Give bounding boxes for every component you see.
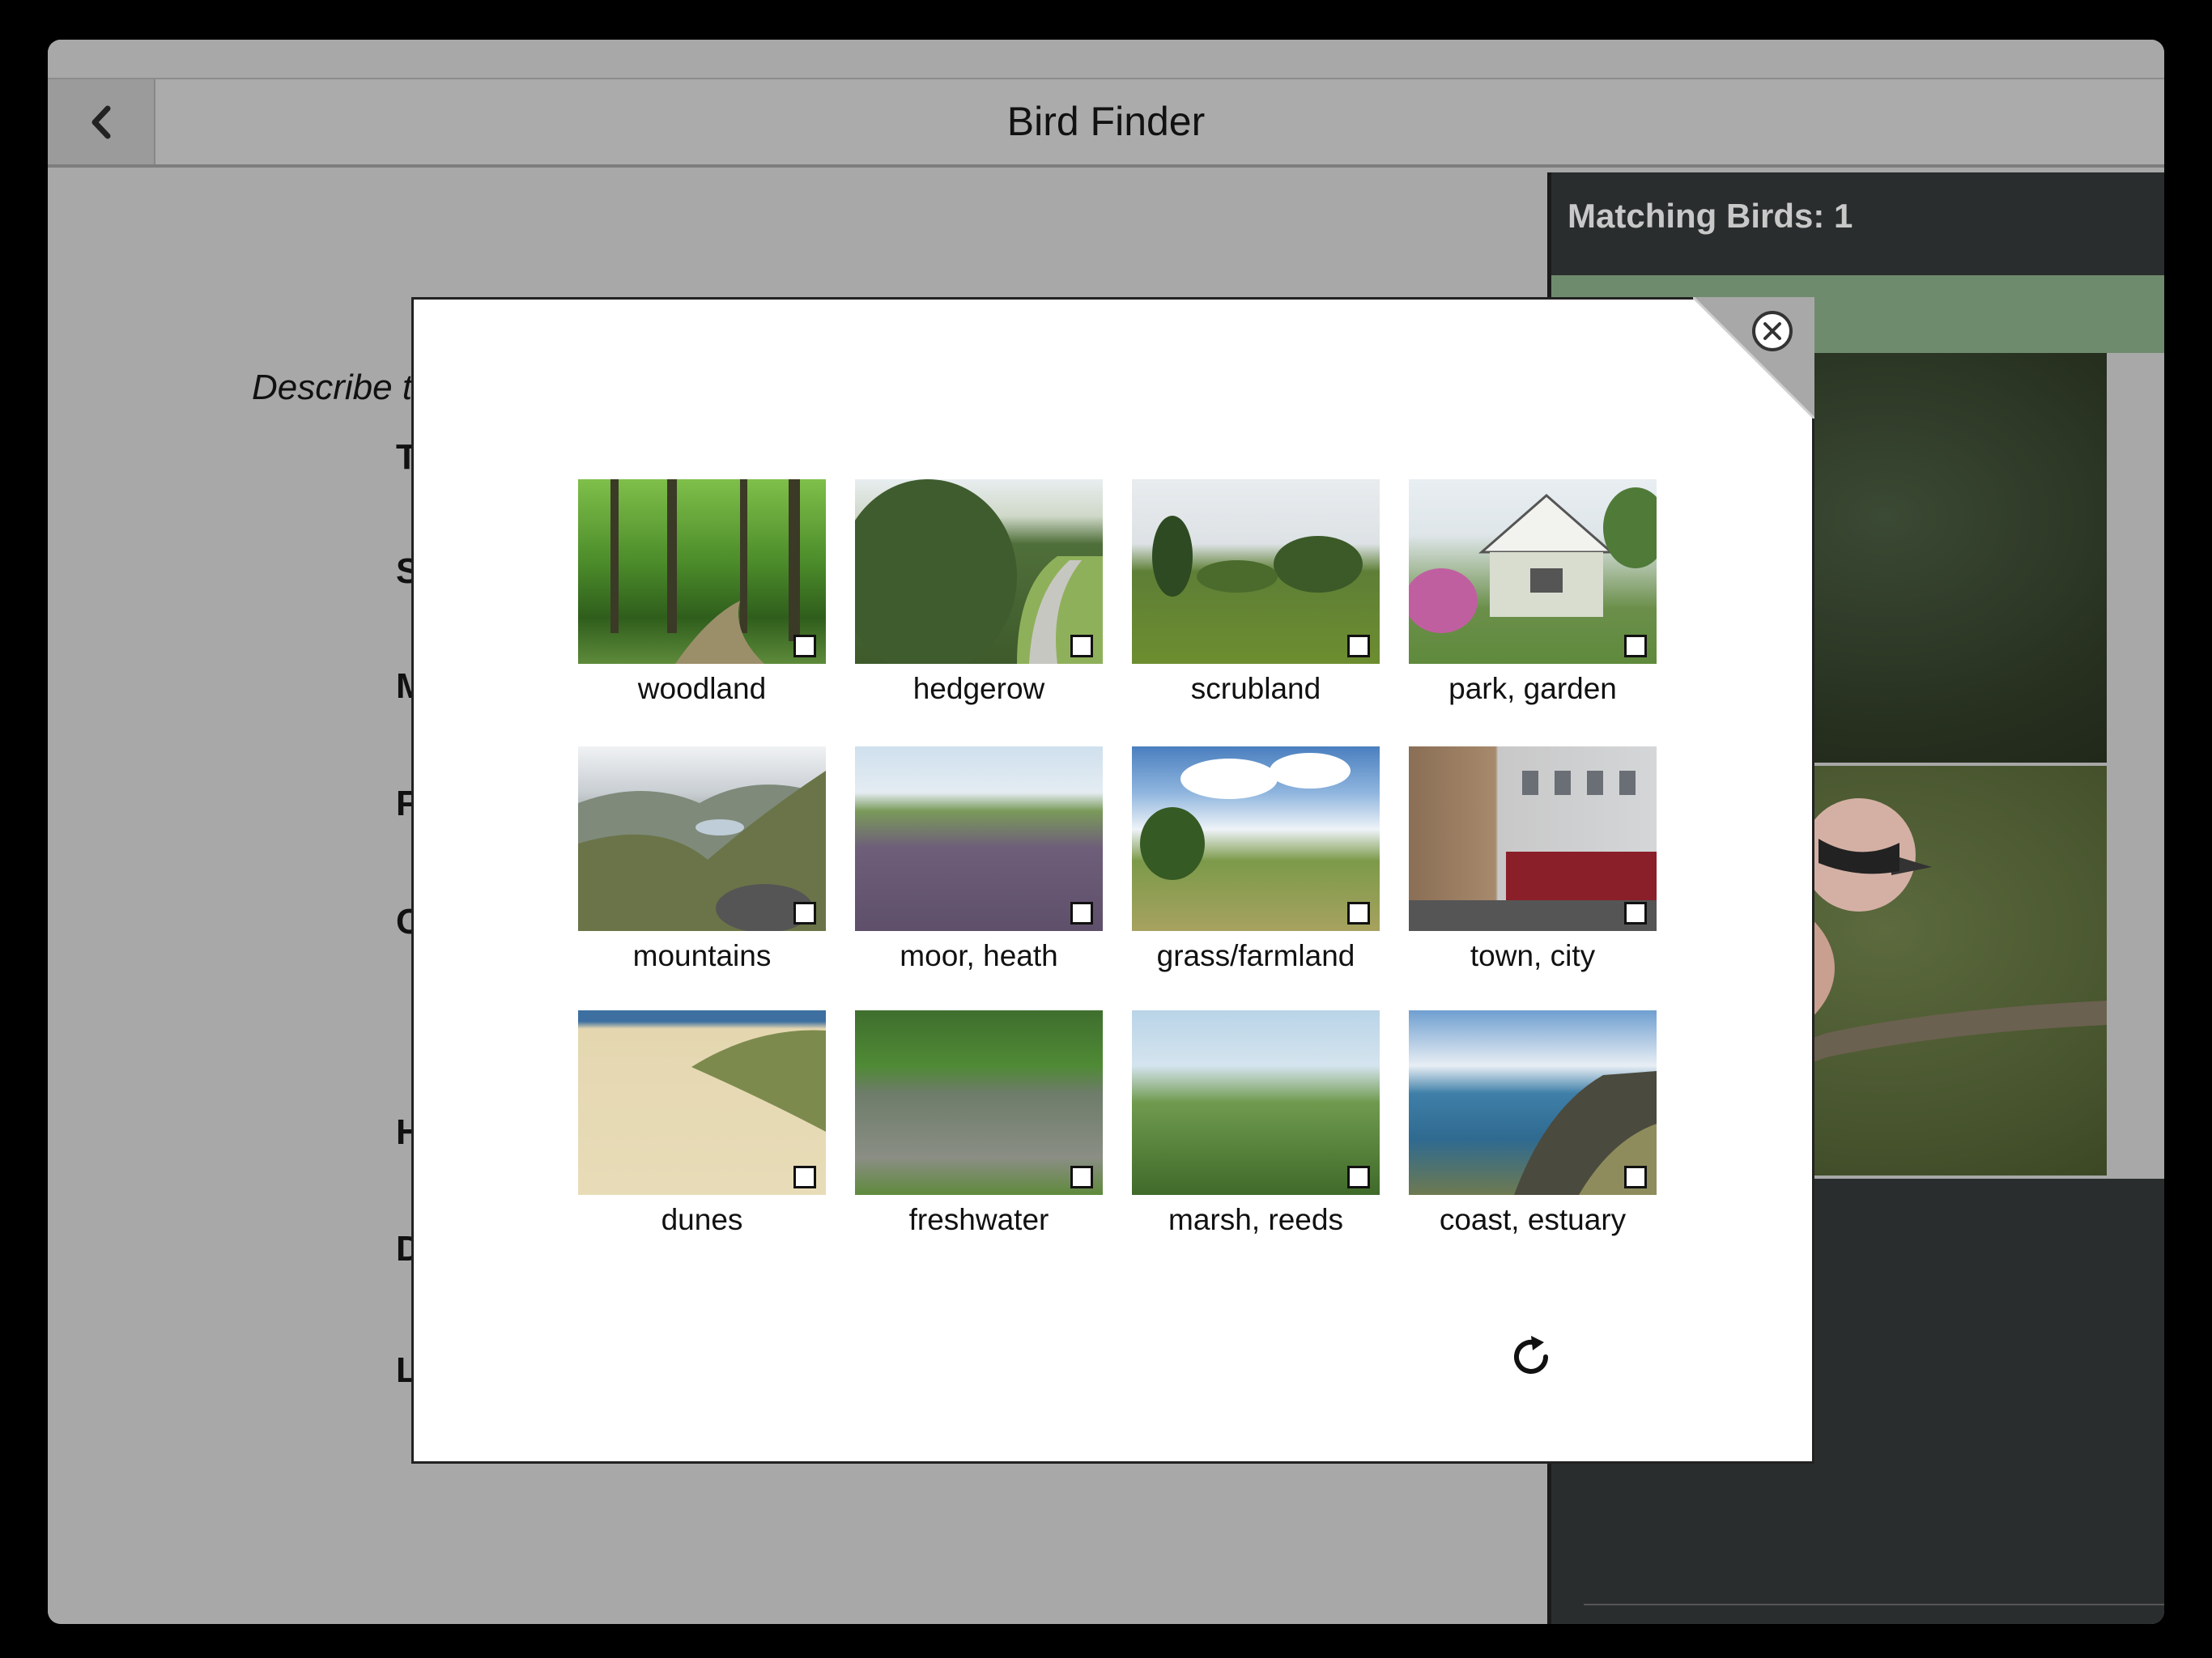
habitat-checkbox[interactable] <box>1070 1166 1093 1188</box>
habitat-label: dunes <box>661 1203 743 1236</box>
habitat-label: scrubland <box>1190 672 1321 705</box>
habitat-label: park, garden <box>1448 672 1617 705</box>
habitat-tile-scrubland[interactable]: scrubland <box>1132 479 1380 706</box>
hedgerow-image <box>855 479 1103 664</box>
habitat-tile-hedgerow[interactable]: hedgerow <box>855 479 1103 706</box>
marsh-reeds-image <box>1132 1010 1380 1195</box>
reset-button[interactable] <box>1507 1333 1555 1381</box>
habitat-label: moor, heath <box>900 939 1058 972</box>
habitat-label: marsh, reeds <box>1168 1203 1343 1236</box>
habitat-checkbox[interactable] <box>793 1166 816 1188</box>
woodland-image <box>578 479 826 664</box>
habitat-checkbox[interactable] <box>1624 902 1647 925</box>
close-button[interactable] <box>1750 309 1794 353</box>
habitat-checkbox[interactable] <box>1624 635 1647 657</box>
close-circle-icon <box>1752 311 1793 351</box>
habitat-tile-dunes[interactable]: dunes <box>578 1010 826 1237</box>
habitat-checkbox[interactable] <box>1347 635 1370 657</box>
habitat-label: freshwater <box>908 1203 1049 1236</box>
habitat-label: coast, estuary <box>1439 1203 1627 1236</box>
divider <box>1584 1604 2164 1605</box>
habitat-checkbox[interactable] <box>793 902 816 925</box>
habitat-label: town, city <box>1470 939 1596 972</box>
scrubland-image <box>1132 479 1380 664</box>
navigation-bar: Bird Finder <box>48 79 2164 168</box>
habitat-checkbox[interactable] <box>1070 902 1093 925</box>
grass-farmland-image <box>1132 746 1380 931</box>
habitat-label: hedgerow <box>912 672 1045 705</box>
habitat-tile-mountains[interactable]: mountains <box>578 746 826 973</box>
moor-heath-image <box>855 746 1103 931</box>
freshwater-image <box>855 1010 1103 1195</box>
mountains-image <box>578 746 826 931</box>
chevron-left-icon <box>91 105 110 138</box>
dunes-image <box>578 1010 826 1195</box>
habitat-tile-town-city[interactable]: town, city <box>1409 746 1657 973</box>
habitat-picker-modal: woodland hedgerow scrubland park, garden… <box>411 297 1814 1464</box>
habitat-checkbox[interactable] <box>1070 635 1093 657</box>
habitat-tile-park-garden[interactable]: park, garden <box>1409 479 1657 706</box>
habitat-tile-marsh-reeds[interactable]: marsh, reeds <box>1132 1010 1380 1237</box>
matching-birds-count: Matching Birds: 1 <box>1568 197 1853 235</box>
describe-label: Describe t <box>252 368 413 407</box>
habitat-checkbox[interactable] <box>1624 1166 1647 1188</box>
refresh-icon <box>1514 1336 1548 1374</box>
habitat-label: mountains <box>632 939 772 972</box>
habitat-tile-grass-farmland[interactable]: grass/farmland <box>1132 746 1380 973</box>
habitat-tile-freshwater[interactable]: freshwater <box>855 1010 1103 1237</box>
habitat-tile-moor-heath[interactable]: moor, heath <box>855 746 1103 973</box>
habitat-tile-coast-estuary[interactable]: coast, estuary <box>1409 1010 1657 1237</box>
status-bar <box>48 40 2164 79</box>
habitat-checkbox[interactable] <box>1347 902 1370 925</box>
habitat-tile-woodland[interactable]: woodland <box>578 479 826 706</box>
habitat-checkbox[interactable] <box>793 635 816 657</box>
town-city-image <box>1409 746 1657 931</box>
back-button[interactable] <box>48 79 155 164</box>
park-garden-image <box>1409 479 1657 664</box>
page-title: Bird Finder <box>1006 99 1206 144</box>
coast-estuary-image <box>1409 1010 1657 1195</box>
habitat-checkbox[interactable] <box>1347 1166 1370 1188</box>
habitat-label: woodland <box>637 672 767 705</box>
habitat-label: grass/farmland <box>1156 939 1355 972</box>
